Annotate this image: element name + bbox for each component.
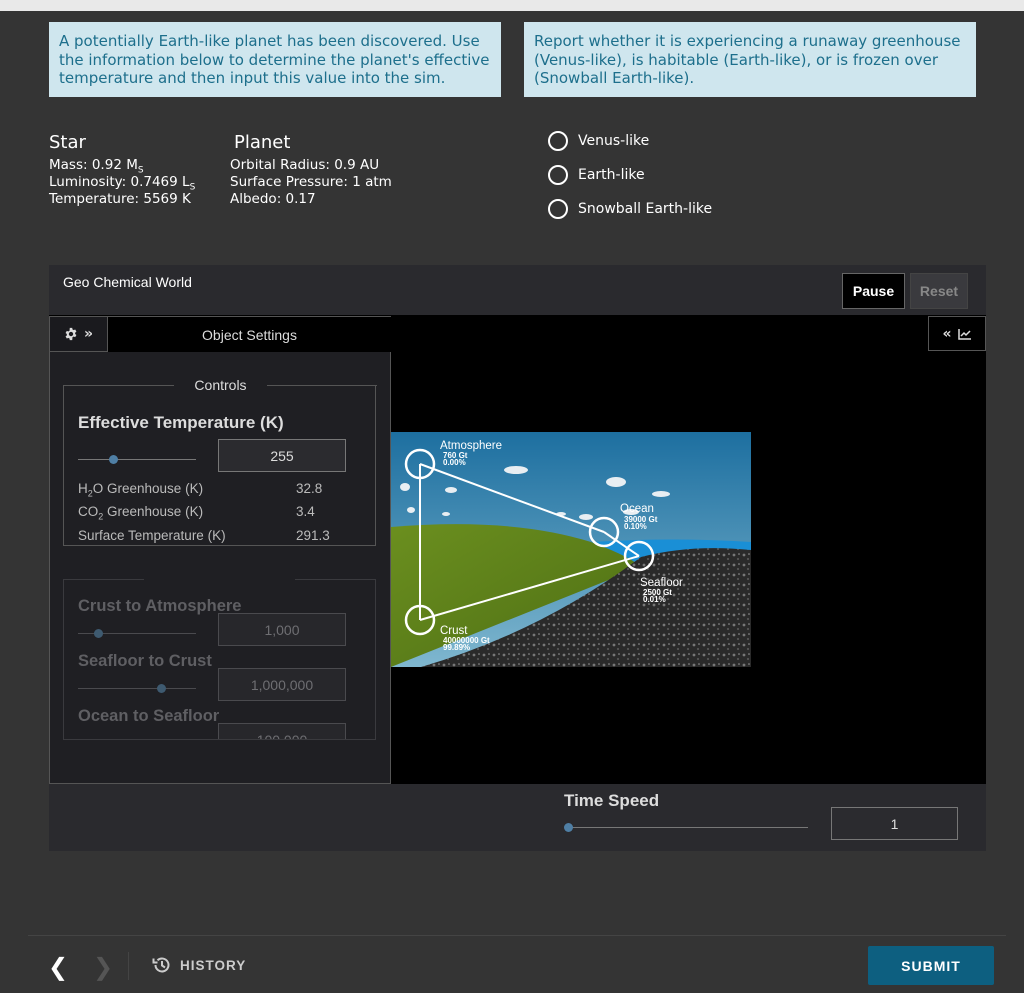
controls-title: Controls (64, 377, 377, 393)
submit-button[interactable]: SUBMIT (868, 946, 994, 985)
controls-group: Controls Effective Temperature (K) 255 H… (63, 377, 377, 546)
surface-temp-value: 291.3 (296, 528, 330, 543)
sim-title: Geo Chemical World (63, 274, 192, 290)
rate-label-crust-to-atmosphere: Crust to Atmosphere (78, 597, 242, 615)
time-speed-slider[interactable] (568, 827, 808, 828)
planet-albedo: Albedo: 0.17 (230, 191, 316, 207)
h2o-greenhouse-label: H2O Greenhouse (K) (78, 481, 204, 499)
rate-input-ocean-to-seafloor[interactable]: 100,000 (218, 723, 346, 739)
rates-group: Crust to Atmosphere 1,000 Seafloor to Cr… (63, 579, 376, 740)
h2o-greenhouse-value: 32.8 (296, 481, 323, 496)
instructions-right: Report whether it is experiencing a runa… (524, 22, 976, 97)
panel-title: Object Settings (108, 317, 391, 352)
star-temperature: Temperature: 5569 K (49, 191, 191, 207)
radio-circle[interactable] (548, 131, 568, 151)
atmosphere-percent: 0.00% (443, 458, 466, 467)
planet-orbital-radius: Orbital Radius: 0.9 AU (230, 157, 380, 173)
top-bar (0, 0, 1024, 11)
sim-header: Geo Chemical World Pause Reset (49, 265, 986, 315)
rate-slider-seafloor-to-crust[interactable] (78, 688, 196, 689)
simulation: Geo Chemical World Pause Reset » Object … (49, 265, 986, 851)
chart-icon (957, 328, 971, 340)
rate-input-crust-to-atmosphere[interactable]: 1,000 (218, 613, 346, 646)
instructions-left: A potentially Earth-like planet has been… (49, 22, 501, 97)
planet-title: Planet (234, 132, 291, 153)
gear-icon (65, 327, 77, 341)
forward-arrow-icon[interactable]: ❯ (93, 953, 113, 981)
time-speed-slider-thumb[interactable] (564, 823, 573, 832)
ocean-percent: 0.10% (624, 522, 647, 531)
double-chevron-left-icon: « (942, 325, 952, 342)
radio-venus-like[interactable]: Venus-like (548, 131, 649, 151)
radio-earth-like[interactable]: Earth-like (548, 165, 645, 185)
time-speed-label: Time Speed (564, 791, 660, 810)
double-chevron-right-icon: » (83, 326, 94, 342)
reset-button[interactable]: Reset (910, 273, 968, 309)
radio-snowball-earth-like[interactable]: Snowball Earth-like (548, 199, 712, 219)
effective-temp-input[interactable]: 255 (218, 439, 346, 472)
object-settings-panel: » Object Settings Controls Effective Tem… (49, 316, 391, 784)
nav-separator (128, 952, 129, 980)
effective-temp-label: Effective Temperature (K) (78, 413, 284, 432)
graph-panel-toggle[interactable]: « (928, 316, 986, 351)
rate-label-ocean-to-seafloor: Ocean to Seafloor (78, 707, 220, 725)
back-arrow-icon[interactable]: ❮ (48, 953, 68, 981)
panel-toggle[interactable]: » (50, 317, 108, 352)
rate-slider-thumb[interactable] (156, 684, 166, 693)
co2-greenhouse-label: CO2 Greenhouse (K) (78, 504, 204, 522)
star-title: Star (49, 132, 86, 153)
co2-greenhouse-value: 3.4 (296, 504, 315, 519)
history-icon (152, 957, 170, 973)
crust-percent: 99.89% (443, 643, 470, 652)
pause-button[interactable]: Pause (842, 273, 905, 309)
radio-circle[interactable] (548, 199, 568, 219)
seafloor-percent: 0.01% (643, 595, 666, 604)
radio-circle[interactable] (548, 165, 568, 185)
ocean-label: Ocean (620, 503, 654, 515)
surface-temp-label: Surface Temperature (K) (78, 528, 226, 543)
time-speed-bar: Time Speed 1 (49, 784, 986, 851)
history-button[interactable]: HISTORY (152, 955, 246, 975)
planet-surface-pressure: Surface Pressure: 1 atm (230, 174, 392, 190)
rate-slider-thumb[interactable] (94, 629, 104, 638)
rate-input-seafloor-to-crust[interactable]: 1,000,000 (218, 668, 346, 701)
effective-temp-slider[interactable] (78, 459, 196, 460)
footer-divider (28, 935, 1006, 936)
time-speed-input[interactable]: 1 (831, 807, 958, 840)
effective-temp-slider-thumb[interactable] (109, 455, 119, 464)
geochemical-scene: Atmosphere 760 Gt 0.00% Ocean 39000 Gt 0… (391, 432, 751, 667)
rate-label-seafloor-to-crust: Seafloor to Crust (78, 652, 212, 670)
